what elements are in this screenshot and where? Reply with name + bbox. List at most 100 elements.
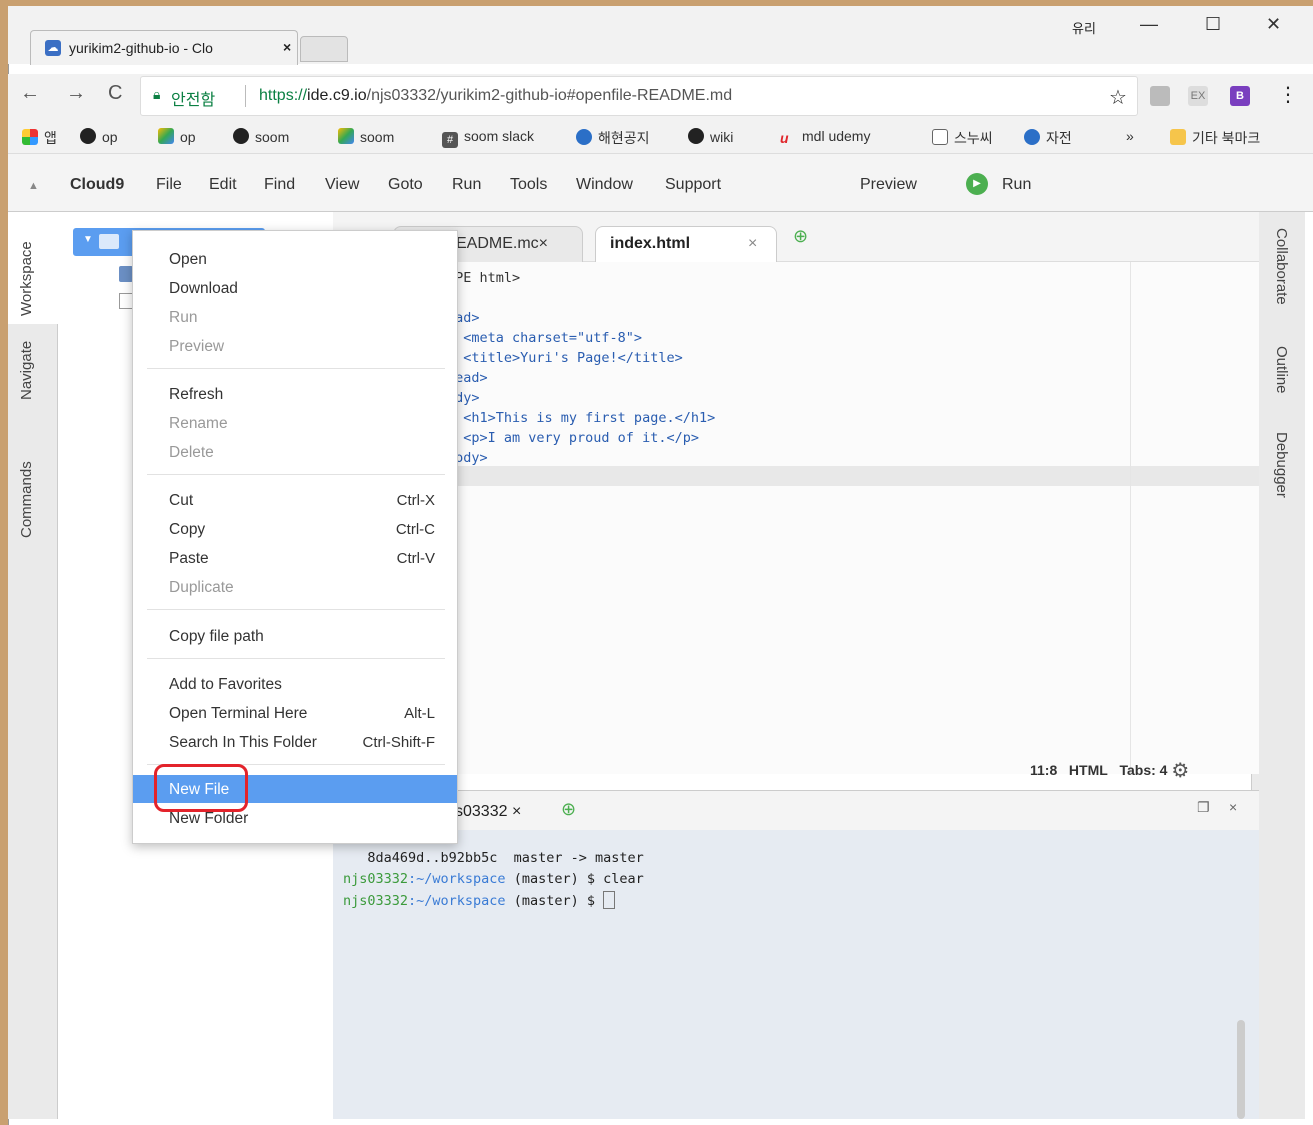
workspace-tab[interactable]: Workspace — [18, 241, 35, 316]
menu-item-open-terminal[interactable]: Open Terminal Here — [169, 705, 307, 723]
menu-item-copy-file-path[interactable]: Copy file path — [169, 628, 264, 646]
bookmark-soom-github[interactable]: soom — [233, 128, 289, 145]
bookmark-op-github[interactable]: op — [80, 128, 118, 145]
menu-item-rename[interactable]: Rename — [169, 415, 228, 433]
address-separator — [245, 85, 246, 107]
browser-tab[interactable]: ☁ yurikim2-github-io - Clo × — [30, 30, 298, 65]
settings-gear-icon[interactable]: ⚙ — [1171, 760, 1189, 782]
menu-item-download[interactable]: Download — [169, 280, 238, 298]
bookmark-wiki[interactable]: wiki — [688, 128, 733, 145]
menu-window[interactable]: Window — [576, 176, 633, 194]
print-margin — [1130, 262, 1131, 774]
shortcut-search-folder: Ctrl-Shift-F — [362, 734, 436, 751]
tab-close-icon[interactable]: × — [283, 39, 291, 55]
add-tab-icon[interactable]: ⊕ — [793, 226, 808, 247]
commands-tab[interactable]: Commands — [18, 461, 35, 538]
maximize-button[interactable]: ☐ — [1205, 14, 1221, 35]
run-play-icon[interactable]: ▶ — [966, 173, 988, 195]
bookmark-soom-slack[interactable]: # soom slack — [442, 128, 534, 148]
menu-item-delete[interactable]: Delete — [169, 444, 214, 462]
preview-button[interactable]: Preview — [860, 176, 917, 194]
menu-item-open[interactable]: Open — [169, 251, 207, 269]
menu-item-duplicate[interactable]: Duplicate — [169, 579, 234, 597]
bookmark-jajeon[interactable]: 자전 — [1024, 128, 1072, 148]
expand-arrow-icon[interactable]: ▼ — [83, 234, 93, 245]
minimize-button[interactable]: — — [1140, 14, 1158, 35]
tab-close-icon[interactable]: × — [748, 235, 757, 253]
address-bar[interactable]: 🔒︎ 안전함 https://ide.c9.io/njs03332/yuriki… — [140, 76, 1138, 116]
menu-file[interactable]: File — [156, 176, 182, 194]
language-mode[interactable]: HTML — [1069, 762, 1108, 778]
current-line-highlight — [379, 466, 1259, 486]
terminal-tab[interactable]: s03332 × — [455, 803, 521, 821]
bookmark-haehyun[interactable]: 해현공지 — [576, 128, 650, 148]
bookmark-star-icon[interactable]: ☆ — [1109, 85, 1127, 110]
menu-item-cut[interactable]: Cut — [169, 492, 193, 510]
menu-view[interactable]: View — [325, 176, 359, 194]
browser-menu-icon[interactable]: ⋮ — [1278, 82, 1298, 107]
menu-run[interactable]: Run — [452, 176, 481, 194]
bookmarks-overflow-button[interactable]: » — [1126, 128, 1134, 144]
bookmark-op-drive[interactable]: op — [158, 128, 196, 145]
code-token: <p>I am very proud of it.</p> — [447, 430, 699, 446]
collapse-menu-icon[interactable]: ▲ — [28, 180, 39, 192]
url-protocol: https:// — [259, 87, 308, 104]
add-terminal-icon[interactable]: ⊕ — [561, 799, 576, 820]
menu-find[interactable]: Find — [264, 176, 295, 194]
cloud9-brand-menu[interactable]: Cloud9 — [70, 176, 124, 194]
lock-icon: 🔒︎ — [153, 86, 161, 102]
extension-ex-icon[interactable]: EX — [1188, 86, 1208, 106]
cursor-position: 11:8 — [1030, 762, 1058, 778]
menu-item-add-to-favorites[interactable]: Add to Favorites — [169, 676, 282, 694]
navigate-tab[interactable]: Navigate — [18, 341, 35, 400]
bookmark-soom-drive[interactable]: soom — [338, 128, 394, 145]
shortcut-paste: Ctrl-V — [396, 550, 435, 567]
bootstrap-extension-icon[interactable]: B — [1230, 86, 1250, 106]
menu-goto[interactable]: Goto — [388, 176, 423, 194]
prompt-user: njs03332 — [343, 871, 409, 887]
outline-tab[interactable]: Outline — [1273, 346, 1290, 394]
menu-tools[interactable]: Tools — [510, 176, 547, 194]
extension-icon[interactable] — [1150, 86, 1170, 106]
bookmark-label: 기타 북마크 — [1192, 130, 1261, 146]
run-button[interactable]: Run — [1002, 176, 1031, 194]
menu-separator — [147, 368, 445, 369]
menu-item-copy[interactable]: Copy — [169, 521, 205, 539]
code-line-8: <h1>This is my first page.</h1> — [447, 410, 715, 426]
close-panel-icon[interactable]: × — [1229, 799, 1237, 815]
reload-button[interactable]: C — [108, 82, 122, 105]
back-button[interactable]: ← — [20, 82, 40, 105]
menu-support[interactable]: Support — [665, 176, 721, 194]
new-tab-button[interactable] — [300, 36, 348, 62]
google-drive-icon — [338, 128, 354, 144]
close-window-button[interactable]: ✕ — [1266, 14, 1281, 35]
bookmark-snuc[interactable]: 스누씨 — [932, 128, 993, 148]
editor-status: 11:8 HTML Tabs: 4 ⚙ — [1030, 758, 1189, 783]
bookmark-label: soom slack — [464, 128, 535, 144]
forward-button[interactable]: → — [66, 82, 86, 105]
menu-item-preview[interactable]: Preview — [169, 338, 224, 356]
menu-item-run[interactable]: Run — [169, 309, 197, 327]
folder-icon — [1170, 129, 1186, 145]
menu-item-refresh[interactable]: Refresh — [169, 386, 223, 404]
tab-index-html[interactable]: index.html × — [595, 226, 777, 262]
menu-item-paste[interactable]: Paste — [169, 550, 209, 568]
cloud9-favicon-icon: ☁ — [45, 40, 61, 56]
terminal-scrollbar[interactable] — [1237, 1020, 1245, 1119]
tab-title: yurikim2-github-io - Clo — [69, 40, 213, 56]
bookmark-apps[interactable]: 앱 — [22, 128, 57, 148]
menu-item-new-folder[interactable]: New Folder — [169, 810, 248, 828]
tab-size[interactable]: Tabs: 4 — [1119, 762, 1167, 778]
collaborate-tab[interactable]: Collaborate — [1273, 228, 1290, 305]
bookmark-other[interactable]: 기타 북마크 — [1170, 128, 1260, 148]
shortcut-open-terminal: Alt-L — [404, 705, 435, 722]
menu-edit[interactable]: Edit — [209, 176, 237, 194]
bookmark-label: wiki — [710, 129, 734, 145]
profile-name[interactable]: 유리 — [1072, 18, 1096, 37]
debugger-tab[interactable]: Debugger — [1273, 432, 1290, 498]
maximize-panel-icon[interactable]: ❐ — [1197, 799, 1210, 816]
menu-item-search-folder[interactable]: Search In This Folder — [169, 734, 317, 752]
bookmark-udemy[interactable]: u mdl udemy — [780, 128, 870, 146]
shortcut-copy: Ctrl-C — [395, 521, 435, 538]
slack-icon: # — [442, 132, 458, 148]
